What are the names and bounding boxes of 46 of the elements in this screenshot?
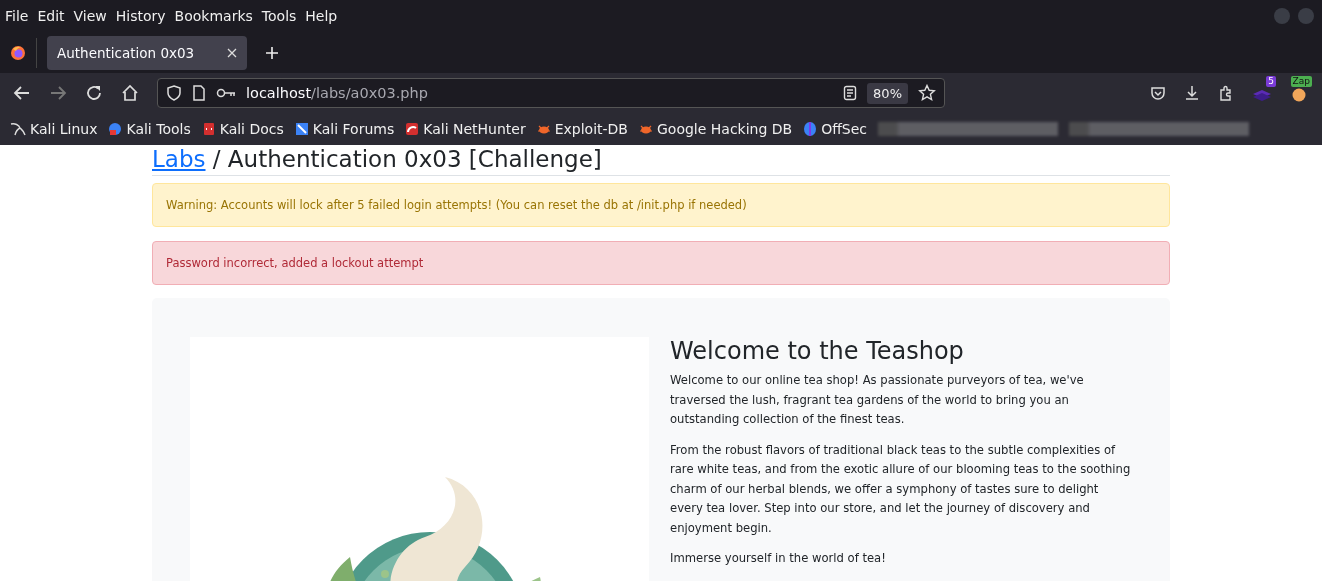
menu-item[interactable]: Tools	[261, 8, 306, 24]
reload-icon[interactable]	[85, 84, 103, 102]
hero-paragraph: Immerse yourself in the world of tea!	[670, 550, 887, 567]
hero-paragraph: Welcome to our online tea shop! As passionate purveyors of tea, we've traversed the lush, fragrant tea gardens of the world to bring you an outstanding collection of the finest teas.	[670, 372, 1085, 428]
menu-item[interactable]: View	[73, 8, 116, 24]
bookmark-star-icon[interactable]	[918, 84, 936, 102]
bookmark-item[interactable]: Kali Docs	[201, 121, 284, 137]
bookmark-item[interactable]: Kali Forums	[294, 121, 395, 137]
menu-item[interactable]: File	[5, 8, 38, 24]
bookmark-item[interactable]: Kali NetHunter	[405, 121, 526, 137]
bookmark-item[interactable]: OffSec	[803, 121, 868, 137]
extensions-icon[interactable]	[1218, 85, 1234, 101]
page-title: Labs / Authentication 0x03 [Challenge]	[152, 145, 1170, 176]
browser-logo-icon[interactable]	[10, 44, 26, 61]
close-icon[interactable]	[227, 47, 237, 58]
back-icon[interactable]	[13, 84, 31, 102]
bug-icon	[536, 123, 551, 135]
bookmark-item[interactable]: Kali Tools	[108, 121, 191, 137]
key-icon[interactable]	[216, 87, 236, 99]
zoom-level-button[interactable]: 80%	[867, 82, 908, 104]
labs-link[interactable]: Labs	[152, 146, 206, 172]
page-icon[interactable]	[192, 85, 206, 101]
reader-view-icon[interactable]	[843, 85, 858, 101]
alert-message: Warning: Accounts will lock after 5 failed login attempts! (You can reset the db at /init.php if needed)	[152, 183, 1170, 227]
new-tab-icon[interactable]	[265, 45, 279, 60]
zap-badge: Zap	[1290, 76, 1312, 87]
bookmark-item[interactable]: Kali Linux	[10, 121, 98, 137]
menu-item[interactable]: Edit	[37, 8, 74, 24]
alert-message: Password incorrect, added a lockout attempt	[152, 241, 1170, 285]
hero-paragraph: From the robust flavors of traditional black teas to the subtle complexities of rare white teas, and from the exotic allure of our blooming teas to the soothing charm of our herbal blends, we offer a symphony of tastes sure to delight every tea lover. Step into our store, and let the journey of discovery and enjoyment begin.	[670, 441, 1132, 537]
hero-heading: Welcome to the Teashop	[670, 337, 965, 365]
menu-item[interactable]: History	[115, 8, 175, 24]
shield-icon[interactable]	[166, 85, 182, 101]
bookmark-item[interactable]: Exploit-DB	[536, 121, 628, 137]
bookmark-item[interactable]: Google Hacking DB	[639, 121, 793, 137]
pocket-icon[interactable]	[1150, 85, 1166, 101]
home-icon[interactable]	[121, 84, 139, 102]
download-icon[interactable]	[1184, 85, 1200, 101]
forward-icon[interactable]	[49, 84, 67, 102]
address-bar[interactable]: localhost/labs/a0x03.php 80%	[157, 78, 945, 108]
browser-tab[interactable]: Authentication 0x03	[47, 35, 247, 70]
menu-item[interactable]: Bookmarks	[174, 8, 262, 24]
extension-count-badge: 5	[1266, 76, 1276, 87]
bug-icon	[639, 123, 653, 135]
url-text: localhost/labs/a0x03.php	[246, 85, 428, 101]
menu-item[interactable]: Help	[305, 8, 347, 24]
